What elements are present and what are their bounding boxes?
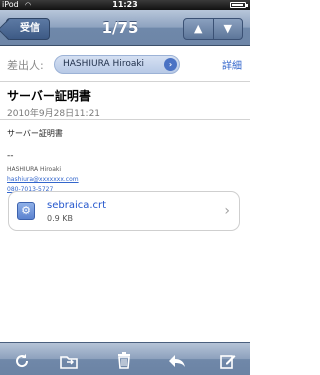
attachment-name: sebraica.crt (47, 200, 107, 211)
trash-icon (118, 352, 130, 369)
move-folder-icon (60, 355, 78, 369)
clock: 11:23 (112, 0, 138, 9)
compose-icon (220, 354, 236, 369)
signature-separator: -- (7, 151, 14, 161)
status-bar: iPod ◠ 11:23 (0, 0, 250, 10)
from-row: 差出人: HASHIURA Hiroaki › 詳細 (0, 47, 250, 82)
move-folder-button[interactable] (49, 343, 89, 375)
message-date: 2010年9月28日11:21 (7, 109, 101, 119)
navigation-bar: 受信 1/75 ▲ ▼ (0, 10, 250, 46)
previous-message-button[interactable]: ▲ (184, 19, 213, 39)
subject-block: サーバー証明書 2010年9月28日11:21 (0, 83, 250, 120)
inbox-back-button[interactable]: 受信 (6, 18, 50, 40)
down-arrow-icon: ▼ (223, 22, 232, 35)
battery-icon (230, 2, 248, 8)
message-subject: サーバー証明書 (7, 89, 91, 103)
compose-button[interactable] (208, 343, 248, 375)
from-label: 差出人: (7, 59, 44, 72)
signature-email-link[interactable]: hashiura@xxxxxxx.com (7, 176, 79, 183)
sender-chip[interactable]: HASHIURA Hiroaki › (54, 55, 180, 74)
reply-button[interactable] (157, 343, 197, 375)
chevron-right-icon: › (224, 203, 230, 219)
delete-button[interactable] (104, 343, 144, 375)
next-message-button[interactable]: ▼ (212, 19, 243, 39)
reply-icon (169, 354, 185, 367)
certificate-file-icon: ⚙ (17, 202, 35, 220)
chevron-right-icon: › (164, 58, 177, 71)
attachment-size: 0.9 KB (47, 214, 73, 223)
message-body: サーバー証明書 (7, 129, 63, 138)
signature-name: HASHIURA Hiroaki (7, 166, 62, 173)
details-link[interactable]: 詳細 (222, 57, 242, 72)
refresh-icon (16, 353, 29, 367)
message-navigation-control: ▲ ▼ (183, 18, 243, 40)
bottom-toolbar (0, 342, 250, 375)
up-arrow-icon: ▲ (194, 22, 203, 35)
back-button-label: 受信 (20, 23, 40, 34)
message-counter: 1/75 (101, 19, 139, 37)
refresh-button[interactable] (2, 343, 42, 375)
sender-name: HASHIURA Hiroaki (63, 59, 145, 69)
attachment-item[interactable]: ⚙ sebraica.crt 0.9 KB › (8, 191, 240, 231)
